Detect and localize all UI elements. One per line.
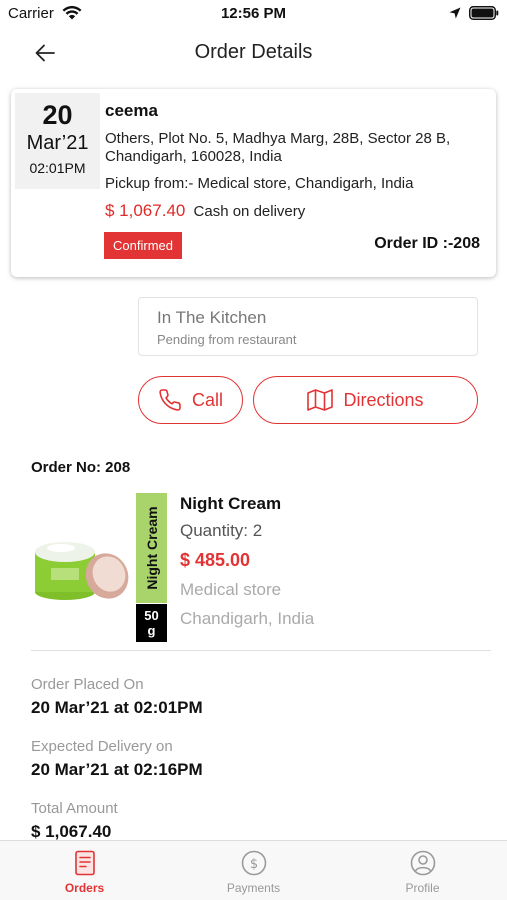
call-label: Call [191,389,223,410]
weight-value: 50 [144,608,159,623]
call-button[interactable]: Call [138,376,243,424]
order-amount: $ 1,067.40 [105,201,186,220]
kitchen-status-box: In The Kitchen Pending from restaurant [138,297,478,356]
kitchen-status-title: In The Kitchen [157,308,267,327]
phone-icon [159,389,181,411]
tab-orders[interactable]: Orders [0,841,169,900]
order-month: Mar’21 [26,132,89,154]
total-amount-label: Total Amount [31,800,118,817]
payment-method: Cash on delivery [193,203,306,220]
tab-bar: Orders $ Payments Profile [0,840,507,900]
order-number: Order No: 208 [31,459,131,476]
location-arrow-icon [449,7,461,19]
tab-orders-label: Orders [64,881,105,895]
clock-label: 12:56 PM [220,5,287,22]
order-id: Order ID :-208 [374,235,480,252]
section-divider [31,650,491,651]
nav-bar: Order Details [0,30,507,76]
tab-profile-label: Profile [405,881,440,895]
directions-button[interactable]: Directions [253,376,478,424]
product-image [35,542,129,600]
tab-payments[interactable]: $ Payments [169,841,338,900]
directions-label: Directions [343,389,424,410]
page-title: Order Details [194,41,313,63]
product-label-text: Night Cream [143,506,160,590]
pickup-location: Pickup from:- Medical store, Chandigarh,… [105,175,414,192]
profile-icon [410,850,435,876]
order-placed-label: Order Placed On [31,676,144,693]
weight-unit: g [147,623,156,638]
order-summary-card: 20 Mar’21 02:01PM ceema Others, Plot No.… [11,89,496,277]
product-label-strip: Night Cream [136,493,167,603]
order-time: 02:01PM [29,160,86,176]
kitchen-status-subtitle: Pending from restaurant [157,332,297,347]
map-icon [307,389,334,411]
customer-address: Others, Plot No. 5, Madhya Marg, 28B, Se… [105,130,451,165]
product-city: Chandigarh, India [180,609,315,628]
battery-icon [469,6,499,20]
order-placed-value: 20 Mar’21 at 02:01PM [31,698,203,717]
payments-icon: $ [241,850,266,876]
tab-profile[interactable]: Profile [338,841,507,900]
status-bar: Carrier 12:56 PM [0,0,507,28]
tab-payments-label: Payments [226,881,281,895]
product-name: Night Cream [180,494,282,513]
product-store: Medical store [180,580,282,599]
product-weight-box: 50 g [136,604,167,642]
total-amount-value: $ 1,067.40 [31,822,112,841]
orders-icon [74,850,95,876]
payment-line: $ 1,067.40 Cash on delivery [105,201,305,221]
customer-name: ceema [105,101,158,120]
expected-delivery-label: Expected Delivery on [31,738,173,755]
order-date-box: 20 Mar’21 02:01PM [15,93,100,189]
product-price: $ 485.00 [180,550,251,570]
order-day: 20 [42,100,73,130]
status-badge: Confirmed [104,232,182,259]
product-quantity: Quantity: 2 [180,521,263,540]
expected-delivery-value: 20 Mar’21 at 02:16PM [31,760,203,779]
svg-text:$: $ [249,857,257,872]
